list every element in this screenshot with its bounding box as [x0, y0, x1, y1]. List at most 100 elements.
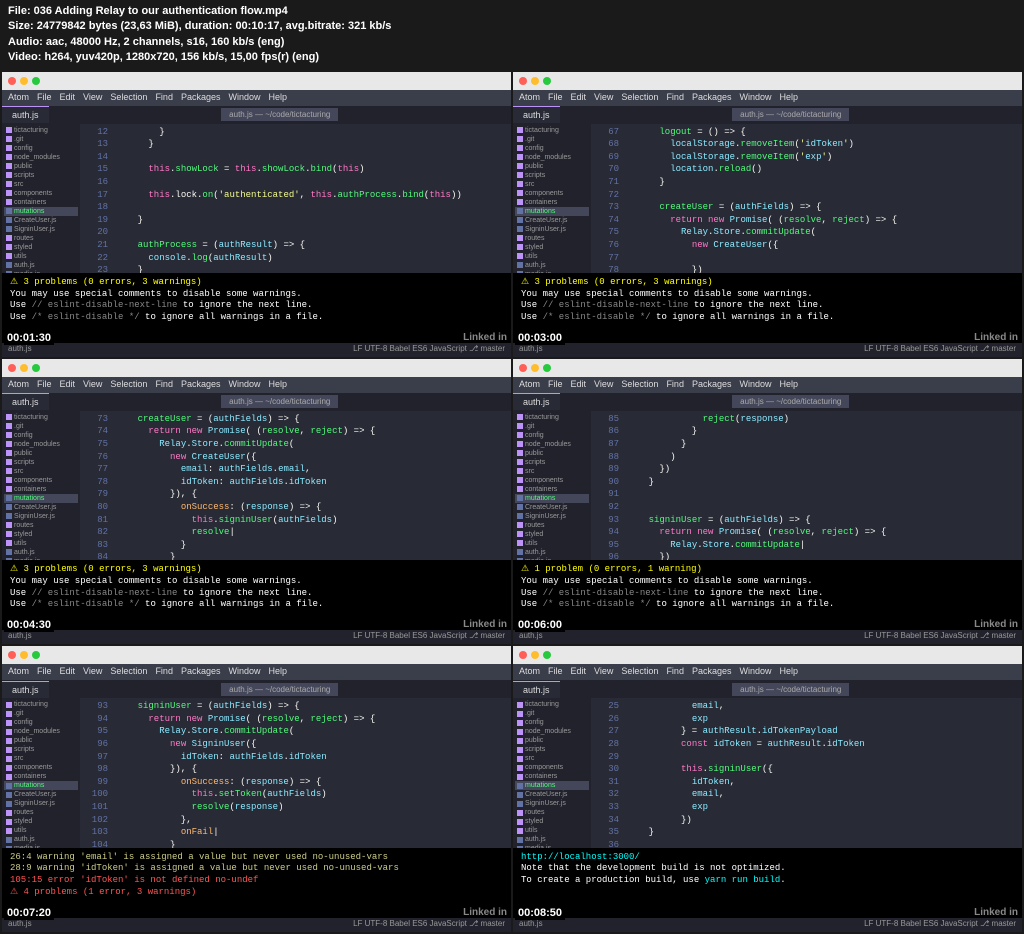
- tree-item[interactable]: utils: [515, 252, 589, 261]
- tree-item[interactable]: containers: [4, 485, 78, 494]
- menu-item[interactable]: Find: [155, 92, 173, 104]
- menu-item[interactable]: Edit: [60, 379, 76, 391]
- tree-item[interactable]: auth.js: [515, 261, 589, 270]
- tree-item[interactable]: src: [4, 180, 78, 189]
- menu-item[interactable]: File: [548, 666, 563, 678]
- close-icon[interactable]: [8, 364, 16, 372]
- tree-item[interactable]: tictacturing: [4, 700, 78, 709]
- tree-item[interactable]: node_modules: [4, 153, 78, 162]
- tree-item[interactable]: config: [4, 144, 78, 153]
- menu-item[interactable]: Help: [780, 666, 799, 678]
- menu-item[interactable]: Find: [155, 379, 173, 391]
- tree-item[interactable]: config: [4, 718, 78, 727]
- tree-item[interactable]: styled: [515, 530, 589, 539]
- minimize-icon[interactable]: [20, 77, 28, 85]
- menu-item[interactable]: File: [548, 379, 563, 391]
- menu-item[interactable]: Find: [666, 666, 684, 678]
- code-editor[interactable]: 12 }13 }1415 this.showLock = this.showLo…: [80, 124, 511, 273]
- tree-item[interactable]: node_modules: [515, 153, 589, 162]
- tree-item[interactable]: routes: [4, 521, 78, 530]
- minimize-icon[interactable]: [20, 651, 28, 659]
- menu-item[interactable]: Selection: [621, 666, 658, 678]
- minimize-icon[interactable]: [531, 651, 539, 659]
- menu-item[interactable]: Window: [739, 379, 771, 391]
- tree-item[interactable]: styled: [4, 243, 78, 252]
- maximize-icon[interactable]: [543, 651, 551, 659]
- tree-item[interactable]: src: [515, 754, 589, 763]
- file-tree[interactable]: tictacturing.gitconfignode_modulespublic…: [2, 124, 80, 273]
- tree-item[interactable]: mutations: [515, 207, 589, 216]
- file-tab[interactable]: auth.js: [2, 393, 49, 410]
- tree-item[interactable]: scripts: [4, 745, 78, 754]
- menu-item[interactable]: Help: [780, 379, 799, 391]
- menu-item[interactable]: Edit: [571, 92, 587, 104]
- menu-item[interactable]: Help: [269, 666, 288, 678]
- maximize-icon[interactable]: [543, 364, 551, 372]
- menu-item[interactable]: Edit: [571, 666, 587, 678]
- tree-item[interactable]: styled: [4, 817, 78, 826]
- menu-item[interactable]: Help: [269, 379, 288, 391]
- file-tree[interactable]: tictacturing.gitconfignode_modulespublic…: [2, 411, 80, 560]
- tree-item[interactable]: SigninUser.js: [4, 225, 78, 234]
- tree-item[interactable]: utils: [4, 252, 78, 261]
- minimize-icon[interactable]: [20, 364, 28, 372]
- menu-item[interactable]: Packages: [692, 379, 732, 391]
- menu-item[interactable]: View: [594, 666, 613, 678]
- menu-item[interactable]: Window: [739, 666, 771, 678]
- tree-item[interactable]: src: [4, 467, 78, 476]
- tree-item[interactable]: containers: [515, 198, 589, 207]
- menu-item[interactable]: View: [83, 379, 102, 391]
- tree-item[interactable]: node_modules: [4, 727, 78, 736]
- menu-item[interactable]: Window: [739, 92, 771, 104]
- menu-item[interactable]: View: [83, 92, 102, 104]
- tree-item[interactable]: config: [515, 431, 589, 440]
- menu-item[interactable]: Atom: [519, 666, 540, 678]
- tree-item[interactable]: utils: [515, 539, 589, 548]
- tree-item[interactable]: SigninUser.js: [515, 799, 589, 808]
- menu-item[interactable]: File: [548, 92, 563, 104]
- tree-item[interactable]: containers: [515, 485, 589, 494]
- menu-item[interactable]: Atom: [8, 666, 29, 678]
- tree-item[interactable]: scripts: [515, 171, 589, 180]
- tree-item[interactable]: tictacturing: [515, 126, 589, 135]
- menu-item[interactable]: Window: [228, 92, 260, 104]
- minimize-icon[interactable]: [531, 77, 539, 85]
- menu-item[interactable]: Packages: [181, 379, 221, 391]
- menu-item[interactable]: Atom: [8, 379, 29, 391]
- minimize-icon[interactable]: [531, 364, 539, 372]
- terminal-output[interactable]: http://localhost:3000/Note that the deve…: [513, 848, 1022, 918]
- tree-item[interactable]: SigninUser.js: [4, 512, 78, 521]
- tree-item[interactable]: auth.js: [4, 835, 78, 844]
- menu-item[interactable]: Find: [666, 379, 684, 391]
- tree-item[interactable]: mutations: [4, 781, 78, 790]
- tree-item[interactable]: routes: [4, 234, 78, 243]
- tree-item[interactable]: tictacturing: [4, 126, 78, 135]
- terminal-output[interactable]: ⚠ 3 problems (0 errors, 3 warnings)You m…: [2, 560, 511, 630]
- tree-item[interactable]: config: [4, 431, 78, 440]
- menu-item[interactable]: View: [83, 666, 102, 678]
- tree-item[interactable]: auth.js: [515, 835, 589, 844]
- menu-item[interactable]: Edit: [571, 379, 587, 391]
- menu-item[interactable]: Find: [155, 666, 173, 678]
- tree-item[interactable]: scripts: [4, 458, 78, 467]
- tree-item[interactable]: src: [4, 754, 78, 763]
- menu-item[interactable]: Edit: [60, 666, 76, 678]
- maximize-icon[interactable]: [32, 364, 40, 372]
- tree-item[interactable]: public: [4, 162, 78, 171]
- tree-item[interactable]: config: [515, 718, 589, 727]
- tree-item[interactable]: scripts: [515, 745, 589, 754]
- tree-item[interactable]: CreateUser.js: [515, 503, 589, 512]
- tree-item[interactable]: auth.js: [4, 548, 78, 557]
- file-tab[interactable]: auth.js: [513, 681, 560, 698]
- code-editor[interactable]: 73 createUser = (authFields) => {74 retu…: [80, 411, 511, 560]
- tree-item[interactable]: node_modules: [4, 440, 78, 449]
- tree-item[interactable]: .git: [4, 135, 78, 144]
- menu-item[interactable]: Window: [228, 666, 260, 678]
- menu-item[interactable]: Atom: [519, 92, 540, 104]
- menu-item[interactable]: Packages: [692, 666, 732, 678]
- tree-item[interactable]: .git: [515, 709, 589, 718]
- tree-item[interactable]: CreateUser.js: [515, 790, 589, 799]
- menu-item[interactable]: Selection: [110, 92, 147, 104]
- tree-item[interactable]: auth.js: [515, 548, 589, 557]
- code-editor[interactable]: 93 signinUser = (authFields) => {94 retu…: [80, 698, 511, 847]
